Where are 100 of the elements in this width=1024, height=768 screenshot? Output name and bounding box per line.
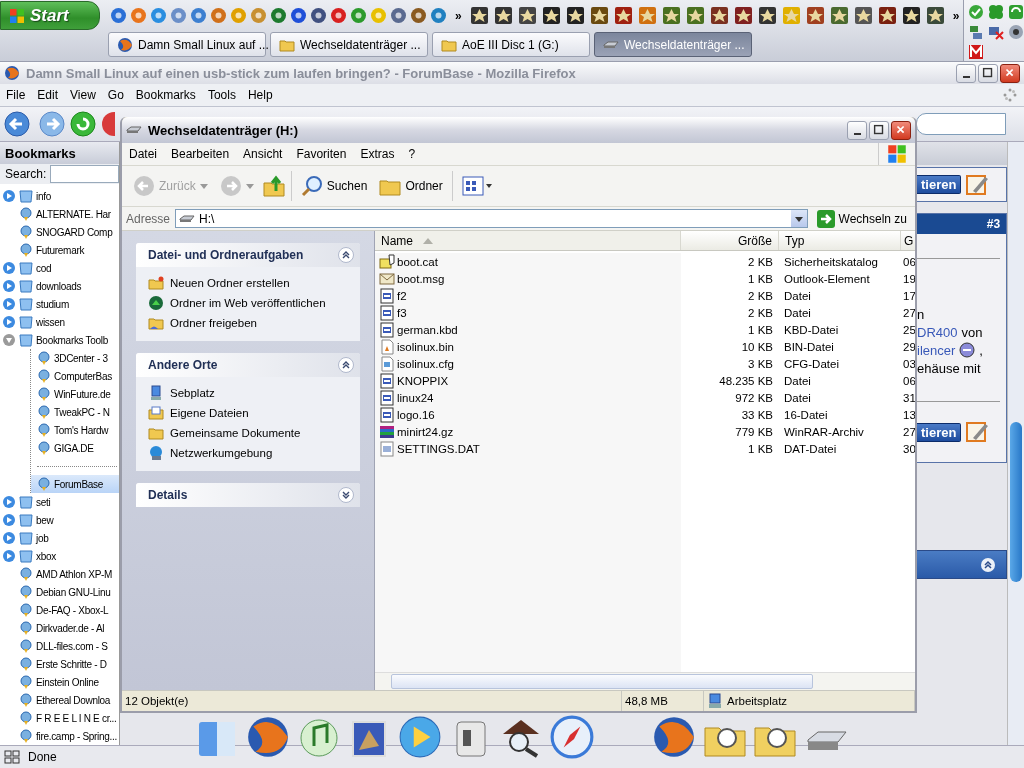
menu-item[interactable]: Ansicht: [236, 147, 290, 161]
file-name[interactable]: logo.16: [397, 408, 435, 421]
file-name[interactable]: f2: [397, 289, 407, 302]
close-button[interactable]: [1000, 63, 1020, 83]
bookmark-item[interactable]: ALTERNATE. Har: [0, 205, 119, 223]
menu-item[interactable]: Tools: [207, 88, 236, 102]
bookmark-folder[interactable]: bew: [36, 514, 54, 526]
bookmark-item[interactable]: Futuremark: [0, 241, 119, 259]
bookmark-item[interactable]: Debian GNU-Linu: [0, 583, 119, 601]
file-name[interactable]: KNOPPIX: [397, 374, 449, 387]
bookmark-item[interactable]: 3DCenter - 3: [31, 349, 119, 367]
task-link[interactable]: Ordner im Web veröffentlichen: [148, 295, 360, 311]
minimize-button[interactable]: [956, 63, 976, 83]
bookmark-folder[interactable]: wissen: [36, 316, 65, 328]
task-link[interactable]: Neuen Ordner erstellen: [148, 275, 360, 291]
twisty-icon[interactable]: [2, 297, 16, 311]
scrollbar[interactable]: [1007, 142, 1024, 745]
bookmark-item[interactable]: Tom's Hardw: [31, 421, 119, 439]
program-icon[interactable]: [877, 6, 897, 25]
bookmark-item[interactable]: De-FAQ - Xbox-L: [0, 601, 119, 619]
column-header[interactable]: Größe: [681, 231, 779, 250]
bookmark-item[interactable]: Einstein Online: [0, 673, 119, 691]
collapse-icon[interactable]: [338, 357, 354, 373]
task-link[interactable]: Gemeinsame Dokumente: [148, 425, 360, 441]
program-icon[interactable]: [541, 6, 561, 25]
reload-icon[interactable]: [70, 111, 96, 137]
bookmark-item[interactable]: DLL-files.com - S: [0, 637, 119, 655]
folders-button[interactable]: Ordner: [376, 174, 446, 198]
bookmark-item[interactable]: ForumBase: [31, 475, 119, 493]
bookmark-folder[interactable]: xbox: [36, 550, 56, 562]
address-field[interactable]: [916, 113, 1006, 135]
program-icon[interactable]: [853, 6, 873, 25]
bookmark-item[interactable]: WinFuture.de: [31, 385, 119, 403]
bookmark-item[interactable]: fire.camp - Spring...: [0, 727, 119, 745]
collapse-icon[interactable]: [338, 247, 354, 263]
stop-icon[interactable]: [101, 111, 115, 137]
bookmark-folder[interactable]: downloads: [36, 280, 82, 292]
task-link[interactable]: Netzwerkumgebung: [148, 445, 360, 461]
post-link[interactable]: DR400: [917, 324, 958, 340]
go-button[interactable]: Wechseln zu: [812, 209, 911, 228]
file-name[interactable]: boot.msg: [397, 272, 445, 285]
twisty-icon[interactable]: [2, 279, 16, 293]
program-icon[interactable]: [310, 7, 327, 24]
panel-title[interactable]: Andere Orte: [148, 358, 218, 372]
menu-item[interactable]: Favoriten: [289, 147, 354, 161]
close-button[interactable]: [891, 120, 911, 140]
program-icon[interactable]: [589, 6, 609, 25]
file-name[interactable]: german.kbd: [397, 323, 458, 336]
bookmark-folder[interactable]: job: [36, 532, 49, 544]
program-icon[interactable]: [901, 6, 921, 25]
twisty-icon[interactable]: [2, 549, 16, 563]
bookmark-item[interactable]: TweakPC - N: [31, 403, 119, 421]
bookmark-item[interactable]: F R E E L I N E cr...: [0, 709, 119, 727]
bookmark-folder[interactable]: seti: [36, 496, 51, 508]
more-button[interactable]: »: [451, 8, 466, 23]
search-field[interactable]: [50, 165, 119, 184]
task-link[interactable]: Eigene Dateien: [148, 405, 360, 421]
menu-item[interactable]: View: [70, 88, 96, 102]
program-icon[interactable]: [613, 6, 633, 25]
menu-item[interactable]: Bookmarks: [135, 88, 196, 102]
bookmark-item[interactable]: SNOGARD Comp: [0, 223, 119, 241]
panel-title[interactable]: Details: [148, 488, 188, 502]
post-link[interactable]: ilencer: [917, 342, 956, 358]
menu-item[interactable]: Help: [247, 88, 273, 102]
file-name[interactable]: isolinux.bin: [397, 340, 454, 353]
task-button[interactable]: AoE III Disc 1 (G:): [432, 32, 590, 57]
bookmark-item[interactable]: Dirkvader.de - Al: [0, 619, 119, 637]
bookmark-item[interactable]: ComputerBas: [31, 367, 119, 385]
program-icon[interactable]: [757, 6, 777, 25]
menu-item[interactable]: Bearbeiten: [164, 147, 237, 161]
search-button[interactable]: Suchen: [297, 173, 371, 199]
file-name[interactable]: minirt24.gz: [397, 425, 454, 438]
column-header[interactable]: Typ: [779, 231, 901, 250]
start-button[interactable]: Start: [0, 1, 100, 30]
bookmark-item[interactable]: AMD Athlon XP-M: [0, 565, 119, 583]
bookmark-item[interactable]: GIGA.DE: [31, 439, 119, 457]
bookmark-item[interactable]: Erste Schritte - D: [0, 655, 119, 673]
twisty-icon[interactable]: [2, 189, 16, 203]
program-icon[interactable]: [925, 6, 945, 25]
bookmark-folder[interactable]: cod: [36, 262, 52, 274]
address-field[interactable]: H:\: [175, 209, 808, 228]
program-icon[interactable]: [565, 6, 585, 25]
quote-button[interactable]: tieren: [917, 422, 962, 442]
program-icon[interactable]: [469, 6, 489, 25]
file-name[interactable]: boot.cat: [397, 255, 438, 268]
twisty-icon[interactable]: [2, 261, 16, 275]
menu-item[interactable]: File: [6, 88, 26, 102]
twisty-icon[interactable]: [2, 315, 16, 329]
column-header[interactable]: G: [901, 231, 915, 250]
menu-item[interactable]: Go: [107, 88, 124, 102]
twisty-icon[interactable]: [2, 333, 16, 347]
task-button[interactable]: Wechseldatenträger ...: [270, 32, 428, 57]
more-button[interactable]: »: [948, 8, 964, 23]
task-button[interactable]: Damn Small Linux auf ...: [108, 32, 266, 57]
bookmark-item[interactable]: Ethereal Downloa: [0, 691, 119, 709]
minimize-button[interactable]: [847, 120, 867, 140]
program-icon[interactable]: [733, 6, 753, 25]
task-link[interactable]: Sebplatz: [148, 385, 360, 401]
bookmark-folder[interactable]: Bookmarks Toolb: [36, 334, 109, 346]
twisty-icon[interactable]: [2, 531, 16, 545]
